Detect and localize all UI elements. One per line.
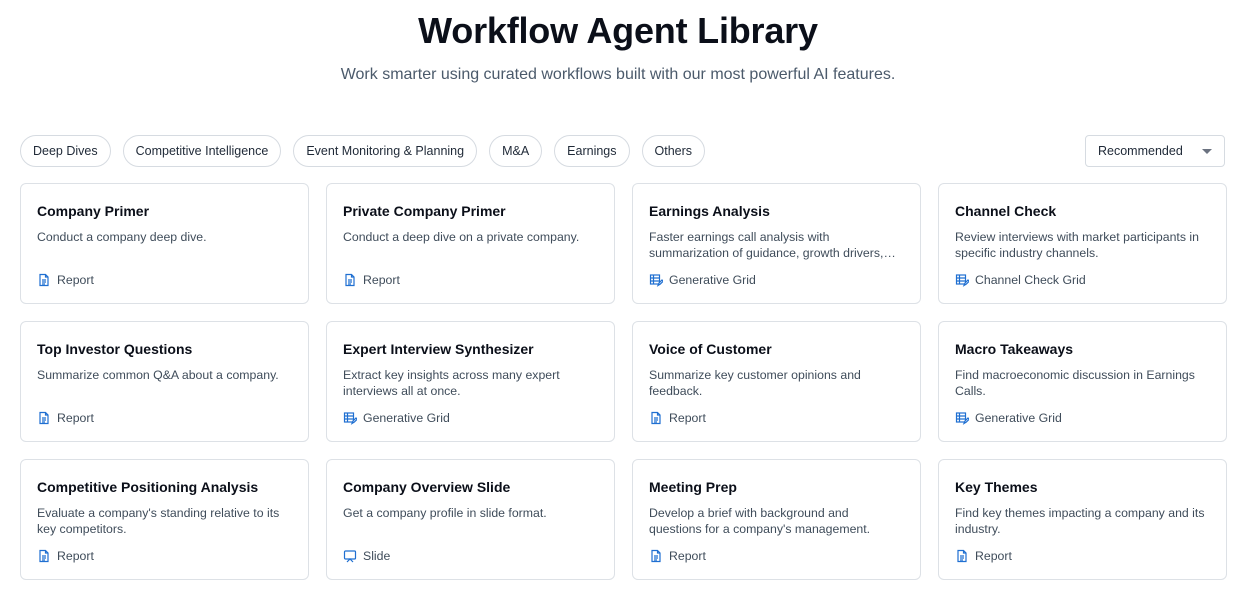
card-output-type: Generative Grid xyxy=(649,273,756,287)
card-description: Find macroeconomic discussion in Earning… xyxy=(955,368,1195,398)
workflow-card-competitive-positioning-analysis[interactable]: Competitive Positioning Analysis Evaluate… xyxy=(20,459,309,580)
card-output-type: Report xyxy=(649,549,706,563)
card-output-type: Report xyxy=(955,549,1012,563)
report-icon xyxy=(955,549,969,563)
filter-chip-event-monitoring-planning[interactable]: Event Monitoring & Planning xyxy=(293,135,478,167)
workflow-card-company-overview-slide[interactable]: Company Overview Slide Get a company prof… xyxy=(326,459,615,580)
card-output-type-label: Report xyxy=(363,273,400,287)
workflow-card-expert-interview-synthesizer[interactable]: Expert Interview Synthesizer Extract key … xyxy=(326,321,615,442)
card-output-type-label: Report xyxy=(669,411,706,425)
filter-chip-deep-dives[interactable]: Deep Dives xyxy=(20,135,111,167)
card-output-type: Slide xyxy=(343,549,390,563)
page-subtitle: Work smarter using curated workflows bui… xyxy=(340,66,896,83)
card-output-type-label: Generative Grid xyxy=(975,411,1062,425)
card-output-type: Generative Grid xyxy=(955,411,1062,425)
sort-dropdown[interactable]: Recommended xyxy=(1085,135,1225,167)
card-description: Find key themes impacting a company and … xyxy=(955,506,1205,536)
grid-icon xyxy=(955,411,969,425)
filter-chip-others[interactable]: Others xyxy=(641,135,706,167)
card-title: Channel Check xyxy=(955,203,1057,219)
card-description: Develop a brief with background and ques… xyxy=(649,506,871,536)
card-output-type-label: Report xyxy=(669,549,706,563)
card-title: Top Investor Questions xyxy=(37,341,193,357)
workflow-card-key-themes[interactable]: Key Themes Find key themes impacting a co… xyxy=(938,459,1227,580)
report-icon xyxy=(37,273,51,287)
card-description: Conduct a company deep dive. xyxy=(37,230,207,244)
card-description: Get a company profile in slide format. xyxy=(343,506,547,520)
card-description: Summarize common Q&A about a company. xyxy=(37,368,279,382)
report-icon xyxy=(37,411,51,425)
card-output-type-label: Report xyxy=(975,549,1012,563)
card-description: Extract key insights across many expert … xyxy=(343,368,560,398)
grid-icon xyxy=(955,273,969,287)
card-output-type: Report xyxy=(37,411,94,425)
filter-chip-ma[interactable]: M&A xyxy=(489,135,543,167)
card-description: Conduct a deep dive on a private company… xyxy=(343,230,580,244)
card-output-type: Report xyxy=(37,549,94,563)
card-output-type: Report xyxy=(37,273,94,287)
report-icon xyxy=(649,549,663,563)
card-title: Earnings Analysis xyxy=(649,203,770,219)
card-output-type-label: Report xyxy=(57,411,94,425)
grid-icon xyxy=(649,273,663,287)
sort-selected-value: Recommended xyxy=(1098,144,1183,158)
grid-icon xyxy=(343,411,357,425)
card-title: Voice of Customer xyxy=(649,341,772,357)
workflow-card-top-investor-questions[interactable]: Top Investor Questions Summarize common Q… xyxy=(20,321,309,442)
card-title: Company Overview Slide xyxy=(343,479,511,495)
card-output-type-label: Generative Grid xyxy=(363,411,450,425)
report-icon xyxy=(37,549,51,563)
filter-chip-competitive-intelligence[interactable]: Competitive Intelligence xyxy=(122,135,282,167)
workflow-card-private-company-primer[interactable]: Private Company Primer Conduct a deep div… xyxy=(326,183,615,304)
card-description: Faster earnings call analysis with summa… xyxy=(649,230,884,260)
card-output-type-label: Report xyxy=(57,273,94,287)
card-title: Key Themes xyxy=(955,479,1038,495)
card-output-type: Generative Grid xyxy=(343,411,450,425)
report-icon xyxy=(343,273,357,287)
card-output-type-label: Generative Grid xyxy=(669,273,756,287)
filter-chip-earnings[interactable]: Earnings xyxy=(554,135,630,167)
card-output-type-label: Report xyxy=(57,549,94,563)
workflow-card-meeting-prep[interactable]: Meeting Prep Develop a brief with backgro… xyxy=(632,459,921,580)
card-description: Evaluate a company's standing relative t… xyxy=(37,506,280,536)
card-title: Competitive Positioning Analysis xyxy=(37,479,259,495)
card-title: Company Primer xyxy=(37,203,150,219)
workflow-card-earnings-analysis[interactable]: Earnings Analysis Faster earnings call an… xyxy=(632,183,921,304)
card-description: Summarize key customer opinions and feed… xyxy=(649,368,861,398)
card-output-type-label: Channel Check Grid xyxy=(975,273,1086,287)
card-title: Private Company Primer xyxy=(343,203,506,219)
chevron-down-icon xyxy=(1202,148,1212,154)
card-title: Macro Takeaways xyxy=(955,341,1074,357)
workflow-card-company-primer[interactable]: Company Primer Conduct a company deep div… xyxy=(20,183,309,304)
card-output-type: Report xyxy=(343,273,400,287)
card-output-type-label: Slide xyxy=(363,549,391,563)
card-output-type: Report xyxy=(649,411,706,425)
workflow-card-grid: Company Primer Conduct a company deep div… xyxy=(20,183,1227,580)
workflow-card-voice-of-customer[interactable]: Voice of Customer Summarize key customer … xyxy=(632,321,921,442)
card-description: Review interviews with market participan… xyxy=(955,230,1199,260)
card-output-type: Channel Check Grid xyxy=(955,273,1086,287)
workflow-card-channel-check[interactable]: Channel Check Review interviews with mark… xyxy=(938,183,1227,304)
workflow-card-macro-takeaways[interactable]: Macro Takeaways Find macroeconomic discus… xyxy=(938,321,1227,442)
report-icon xyxy=(649,411,663,425)
page-title: Workflow Agent Library xyxy=(418,10,818,51)
card-title: Meeting Prep xyxy=(649,479,737,495)
category-filter-bar: Deep Dives Competitive Intelligence Event … xyxy=(20,135,706,167)
slide-icon xyxy=(343,549,357,563)
card-title: Expert Interview Synthesizer xyxy=(343,341,534,357)
